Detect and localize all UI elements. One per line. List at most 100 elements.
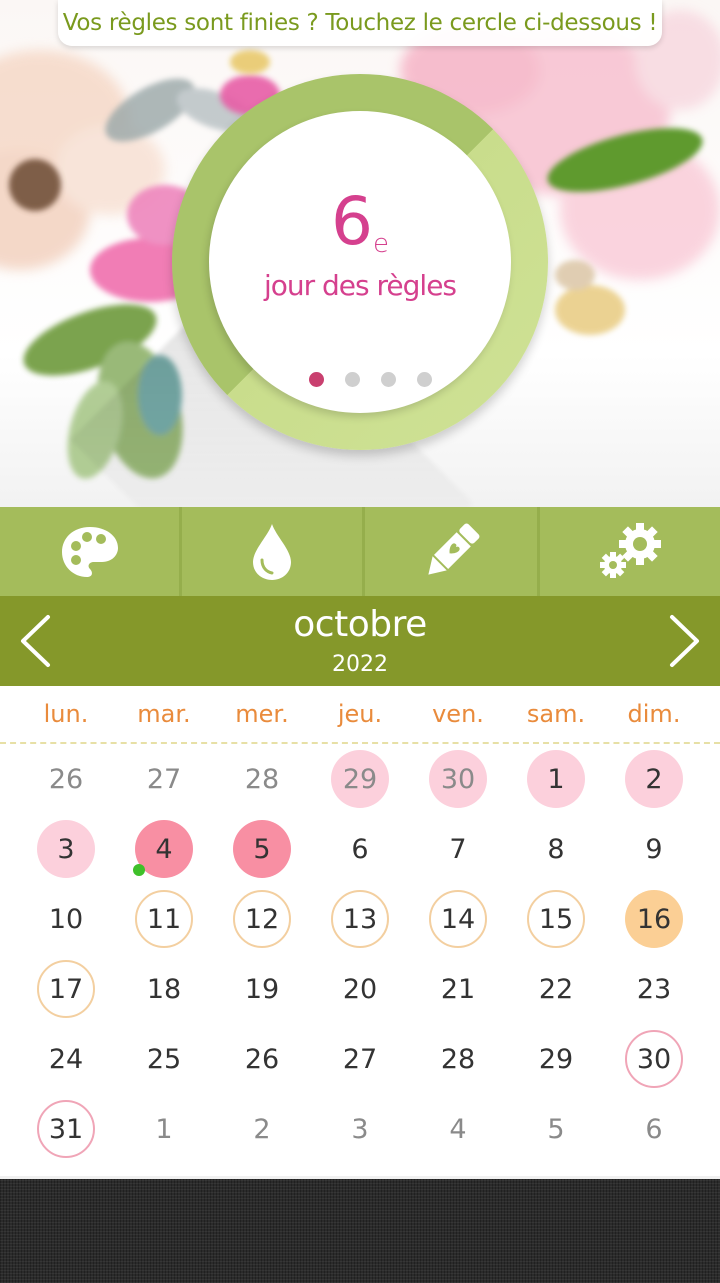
day-number: 16 <box>625 890 683 948</box>
calendar-day-outside-month[interactable]: 26 <box>17 744 115 814</box>
calendar-day[interactable]: 6 <box>311 814 409 884</box>
calendar-day[interactable]: 2 <box>605 744 703 814</box>
settings-button[interactable] <box>540 507 720 596</box>
day-number: 14 <box>429 890 487 948</box>
pencil-heart-icon <box>427 523 480 575</box>
day-number: 8 <box>547 833 565 865</box>
day-number: 1 <box>527 750 585 808</box>
calendar-day[interactable]: 9 <box>605 814 703 884</box>
day-number: 15 <box>527 890 585 948</box>
weekday-label: dim. <box>627 700 681 728</box>
cycle-day-circle[interactable]: 6e jour des règles <box>209 111 511 413</box>
calendar-day[interactable]: 11 <box>115 884 213 954</box>
calendar-day[interactable]: 31 <box>17 1094 115 1164</box>
calendar-day[interactable]: 13 <box>311 884 409 954</box>
day-number: 19 <box>244 973 280 1005</box>
calendar-grid: 26 27 28 29 30 1 2 3 4 5 6 7 8 9 10 11 12 13 14 15 16 17 18 19 2… <box>17 744 703 1164</box>
month-title: octobre <box>293 604 427 645</box>
calendar-day[interactable]: 28 <box>409 1024 507 1094</box>
calendar-day[interactable]: 4 <box>115 814 213 884</box>
calendar-day[interactable]: 17 <box>17 954 115 1024</box>
calendar-day[interactable]: 25 <box>115 1024 213 1094</box>
period-end-banner[interactable]: Vos règles sont finies ? Touchez le cerc… <box>58 0 662 46</box>
calendar-day[interactable]: 15 <box>507 884 605 954</box>
day-number: 2 <box>625 750 683 808</box>
calendar-day[interactable]: 14 <box>409 884 507 954</box>
calendar-day[interactable]: 27 <box>311 1024 409 1094</box>
day-number: 11 <box>135 890 193 948</box>
weekday-label: lun. <box>43 700 89 728</box>
page-dot[interactable] <box>380 372 396 387</box>
day-suffix: e <box>373 229 389 259</box>
weekday-label: mar. <box>137 700 191 728</box>
day-number: 27 <box>342 1043 378 1075</box>
calendar-day[interactable]: 16 <box>605 884 703 954</box>
calendar-day[interactable]: 23 <box>605 954 703 1024</box>
calendar-day-outside-month[interactable]: 27 <box>115 744 213 814</box>
day-number: 22 <box>538 973 574 1005</box>
calendar-day[interactable]: 20 <box>311 954 409 1024</box>
calendar-day-outside-month[interactable]: 4 <box>409 1094 507 1164</box>
day-number: 23 <box>636 973 672 1005</box>
calendar-day[interactable]: 5 <box>213 814 311 884</box>
palette-icon <box>61 526 118 577</box>
day-number: 18 <box>146 973 182 1005</box>
calendar-day[interactable]: 22 <box>507 954 605 1024</box>
day-number: 5 <box>233 820 291 878</box>
day-number: 6 <box>331 183 373 260</box>
day-number: 26 <box>48 763 84 795</box>
calendar-day-outside-month[interactable]: 1 <box>115 1094 213 1164</box>
day-number: 26 <box>244 1043 280 1075</box>
drop-icon <box>252 523 291 580</box>
day-number: 31 <box>37 1100 95 1158</box>
cycle-day-label: jour des règles <box>263 269 457 302</box>
calendar-day-outside-month[interactable]: 28 <box>213 744 311 814</box>
weekday-label: jeu. <box>337 700 383 728</box>
calendar-day-outside-month[interactable]: 5 <box>507 1094 605 1164</box>
day-number: 24 <box>48 1043 84 1075</box>
page-dot-active[interactable] <box>308 372 324 387</box>
footer-texture <box>0 1176 720 1283</box>
weekday-label: ven. <box>432 700 484 728</box>
day-number: 6 <box>645 1113 663 1145</box>
calendar-day[interactable]: 30 <box>605 1024 703 1094</box>
calendar-day-outside-month[interactable]: 30 <box>409 744 507 814</box>
day-number: 25 <box>146 1043 182 1075</box>
calendar-day-outside-month[interactable]: 2 <box>213 1094 311 1164</box>
gears-icon <box>599 522 661 578</box>
day-number: 28 <box>244 763 280 795</box>
day-number: 13 <box>331 890 389 948</box>
calendar-day-outside-month[interactable]: 29 <box>311 744 409 814</box>
page-dot[interactable] <box>416 372 432 387</box>
calendar-day[interactable]: 3 <box>17 814 115 884</box>
calendar-day[interactable]: 26 <box>213 1024 311 1094</box>
day-number: 20 <box>342 973 378 1005</box>
page-indicator[interactable] <box>209 372 521 387</box>
calendar-day-outside-month[interactable]: 6 <box>605 1094 703 1164</box>
calendar-day[interactable]: 10 <box>17 884 115 954</box>
calendar-day[interactable]: 21 <box>409 954 507 1024</box>
notes-button[interactable] <box>365 507 540 596</box>
calendar-day[interactable]: 29 <box>507 1024 605 1094</box>
cycle-hero: Vos règles sont finies ? Touchez le cerc… <box>0 0 720 507</box>
day-number: 2 <box>253 1113 271 1145</box>
calendar-day[interactable]: 7 <box>409 814 507 884</box>
day-number: 9 <box>645 833 663 865</box>
calendar-day[interactable]: 8 <box>507 814 605 884</box>
calendar-day[interactable]: 12 <box>213 884 311 954</box>
day-number: 29 <box>538 1043 574 1075</box>
calendar-day[interactable]: 19 <box>213 954 311 1024</box>
symptoms-button[interactable] <box>182 507 365 596</box>
page-dot[interactable] <box>344 372 360 387</box>
calendar-day-outside-month[interactable]: 3 <box>311 1094 409 1164</box>
day-number: 10 <box>48 903 84 935</box>
weekday-header: lun. mar. mer. jeu. ven. sam. dim. <box>0 686 720 744</box>
calendar-day[interactable]: 24 <box>17 1024 115 1094</box>
theme-button[interactable] <box>0 507 183 596</box>
calendar-day[interactable]: 1 <box>507 744 605 814</box>
day-number: 3 <box>351 1113 369 1145</box>
day-number: 7 <box>449 833 467 865</box>
day-number: 5 <box>547 1113 565 1145</box>
calendar-day[interactable]: 18 <box>115 954 213 1024</box>
day-number: 29 <box>331 750 389 808</box>
